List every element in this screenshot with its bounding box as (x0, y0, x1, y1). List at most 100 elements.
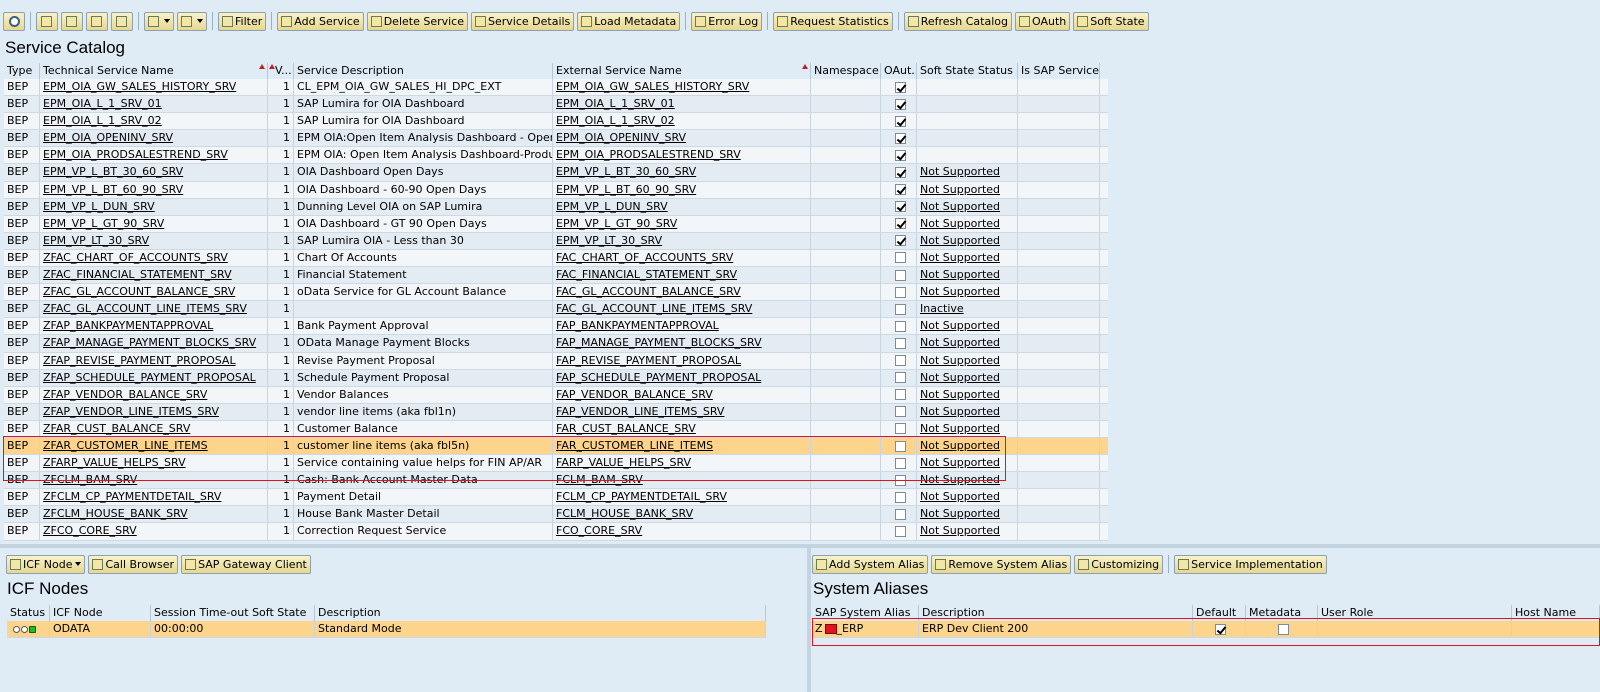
table-row[interactable]: BEP ZFAP_SCHEDULE_PAYMENT_PROPOSAL 1 Schedu… (4, 369, 1108, 387)
technical-name-cell[interactable]: ZFAP_BANKPAYMENTAPPROVAL (40, 318, 268, 335)
remove-system-alias-button[interactable]: Remove System Alias (931, 554, 1072, 574)
service-details-button[interactable]: Service Details (471, 11, 575, 31)
external-name-cell[interactable]: FAC_CHART_OF_ACCOUNTS_SRV (553, 249, 811, 267)
service-implementation-button[interactable]: Service Implementation (1174, 554, 1327, 574)
external-name-cell[interactable]: EPM_VP_L_BT_30_60_SRV (553, 164, 811, 181)
oauth-checkbox[interactable] (894, 269, 906, 281)
soft-state-cell[interactable]: Not Supported (917, 489, 1018, 506)
external-name-cell[interactable]: EPM_VP_L_DUN_SRV (553, 198, 811, 215)
sort-ascending-button[interactable] (36, 11, 58, 31)
icf-table-row[interactable]: ODATA 00:00:00 Standard Mode (7, 621, 766, 639)
soft-state-cell[interactable] (917, 147, 1018, 164)
soft-state-cell[interactable]: Not Supported (917, 249, 1018, 267)
oauth-checkbox[interactable] (894, 132, 906, 144)
column-header-external-name[interactable]: External Service Name (553, 63, 811, 79)
column-header-is-sap-service[interactable]: Is SAP Service (1018, 63, 1100, 79)
sort-descending-button[interactable] (61, 11, 83, 31)
technical-name-cell[interactable]: EPM_OIA_L_1_SRV_01 (40, 96, 268, 113)
column-header-soft-state[interactable]: Soft State Status (917, 63, 1018, 79)
technical-name-cell[interactable]: EPM_OIA_OPENINV_SRV (40, 130, 268, 147)
column-header-type[interactable]: Type (4, 63, 40, 79)
external-name-cell[interactable]: FCLM_CP_PAYMENTDETAIL_SRV (553, 489, 811, 506)
technical-name-cell[interactable]: EPM_OIA_L_1_SRV_02 (40, 113, 268, 130)
external-name-cell[interactable]: FAC_FINANCIAL_STATEMENT_SRV (553, 267, 811, 284)
oauth-checkbox[interactable] (894, 320, 906, 332)
table-row[interactable]: BEP ZFAP_VENDOR_BALANCE_SRV 1 Vendor Balanc… (4, 386, 1108, 404)
external-name-cell[interactable]: FCO_CORE_SRV (553, 523, 811, 540)
technical-name-cell[interactable]: EPM_VP_L_GT_90_SRV (40, 215, 268, 232)
oauth-checkbox[interactable] (894, 149, 906, 161)
add-service-button[interactable]: Add Service (277, 11, 364, 31)
table-row[interactable]: BEP EPM_OIA_GW_SALES_HISTORY_SRV 1 CL_EPM_O… (4, 79, 1108, 97)
oauth-checkbox[interactable] (894, 355, 906, 367)
table-row[interactable]: BEP EPM_VP_L_BT_30_60_SRV 1 OIA Dashboard O… (4, 164, 1108, 182)
table-row[interactable]: BEP ZFAP_REVISE_PAYMENT_PROPOSAL 1 Revise P… (4, 352, 1108, 370)
oauth-checkbox[interactable] (894, 389, 906, 401)
soft-state-cell[interactable] (917, 113, 1018, 130)
external-name-cell[interactable]: FAC_GL_ACCOUNT_LINE_ITEMS_SRV (553, 301, 811, 318)
external-name-cell[interactable]: EPM_VP_L_BT_60_90_SRV (553, 181, 811, 198)
call-browser-button[interactable]: Call Browser (88, 554, 179, 574)
table-row[interactable]: BEP ZFAC_GL_ACCOUNT_LINE_ITEMS_SRV 1 FAC_GL… (4, 301, 1108, 319)
soft-state-cell[interactable]: Not Supported (917, 506, 1018, 523)
soft-state-cell[interactable]: Not Supported (917, 352, 1018, 369)
soft-state-cell[interactable] (917, 79, 1018, 96)
filter-button[interactable]: Filter (218, 11, 267, 31)
add-system-alias-button[interactable]: Add System Alias (812, 554, 929, 574)
table-row[interactable]: BEP ZFCLM_CP_PAYMENTDETAIL_SRV 1 Payment De… (4, 489, 1108, 507)
oauth-checkbox[interactable] (894, 406, 906, 418)
external-name-cell[interactable]: EPM_OIA_PRODSALESTREND_SRV (553, 147, 811, 164)
table-row[interactable]: BEP ZFAC_CHART_OF_ACCOUNTS_SRV 1 Chart Of A… (4, 249, 1108, 268)
sap-gateway-client-button[interactable]: SAP Gateway Client (181, 554, 311, 574)
technical-name-cell[interactable]: ZFAP_SCHEDULE_PAYMENT_PROPOSAL (40, 369, 268, 386)
technical-name-cell[interactable]: ZFAC_CHART_OF_ACCOUNTS_SRV (40, 249, 268, 267)
table-row[interactable]: BEP EPM_VP_L_GT_90_SRV 1 OIA Dashboard - GT… (4, 215, 1108, 233)
oauth-checkbox[interactable] (894, 303, 906, 315)
technical-name-cell[interactable]: ZFAC_FINANCIAL_STATEMENT_SRV (40, 267, 268, 284)
oauth-checkbox[interactable] (894, 372, 906, 384)
technical-name-cell[interactable]: ZFAC_GL_ACCOUNT_BALANCE_SRV (40, 284, 268, 301)
soft-state-cell[interactable]: Not Supported (917, 369, 1018, 386)
external-name-cell[interactable]: FCLM_HOUSE_BANK_SRV (553, 506, 811, 523)
soft-state-cell[interactable]: Not Supported (917, 318, 1018, 335)
column-header-namespace[interactable]: Namespace (811, 63, 881, 79)
oauth-checkbox[interactable] (894, 337, 906, 349)
soft-state-cell[interactable]: Not Supported (917, 335, 1018, 352)
table-row[interactable]: BEP EPM_OIA_OPENINV_SRV 1 EPM OIA:Open Item… (4, 130, 1108, 148)
technical-name-cell[interactable]: ZFAC_GL_ACCOUNT_LINE_ITEMS_SRV (40, 301, 268, 318)
load-metadata-button[interactable]: Load Metadata (577, 11, 681, 31)
column-header-icf-node[interactable]: ICF Node (50, 605, 151, 621)
technical-name-cell[interactable]: ZFAP_VENDOR_LINE_ITEMS_SRV (40, 403, 268, 420)
oauth-checkbox[interactable] (894, 115, 906, 127)
technical-name-cell[interactable]: EPM_VP_L_DUN_SRV (40, 198, 268, 215)
oauth-checkbox[interactable] (894, 81, 906, 93)
external-name-cell[interactable]: EPM_OIA_GW_SALES_HISTORY_SRV (553, 79, 811, 96)
export-menu-button[interactable] (144, 11, 174, 31)
delete-service-button[interactable]: Delete Service (366, 11, 468, 31)
soft-state-cell[interactable]: Not Supported (917, 232, 1018, 249)
column-header-technical-name[interactable]: Technical Service Name (40, 63, 268, 79)
technical-name-cell[interactable]: ZFCLM_HOUSE_BANK_SRV (40, 506, 268, 523)
error-log-button[interactable]: Error Log (691, 11, 763, 31)
external-name-cell[interactable]: EPM_VP_L_GT_90_SRV (553, 215, 811, 232)
column-header-description[interactable]: Service Description (294, 63, 553, 79)
external-name-cell[interactable]: EPM_OIA_L_1_SRV_01 (553, 96, 811, 113)
external-name-cell[interactable]: FAP_MANAGE_PAYMENT_BLOCKS_SRV (553, 335, 811, 352)
column-header-icf-description[interactable]: Description (315, 605, 766, 621)
technical-name-cell[interactable]: ZFAR_CUST_BALANCE_SRV (40, 420, 268, 437)
oauth-checkbox[interactable] (894, 508, 906, 520)
soft-state-cell[interactable]: Not Supported (917, 284, 1018, 301)
icf-node-menu-button[interactable]: ICF Node (6, 554, 86, 574)
soft-state-cell[interactable]: Not Supported (917, 181, 1018, 198)
external-name-cell[interactable]: FAP_VENDOR_LINE_ITEMS_SRV (553, 403, 811, 420)
technical-name-cell[interactable]: ZFAP_MANAGE_PAYMENT_BLOCKS_SRV (40, 335, 268, 352)
oauth-checkbox[interactable] (894, 423, 906, 435)
column-header-version[interactable]: V... (268, 63, 294, 79)
column-header-status[interactable]: Status (7, 605, 50, 621)
table-row[interactable]: BEP EPM_OIA_L_1_SRV_02 1 SAP Lumira for OIA… (4, 113, 1108, 131)
oauth-checkbox[interactable] (894, 286, 906, 298)
table-row[interactable]: BEP EPM_VP_L_BT_60_90_SRV 1 OIA Dashboard -… (4, 181, 1108, 199)
oauth-checkbox[interactable] (894, 184, 906, 196)
external-name-cell[interactable]: EPM_OIA_L_1_SRV_02 (553, 113, 811, 130)
oauth-checkbox[interactable] (894, 525, 906, 537)
